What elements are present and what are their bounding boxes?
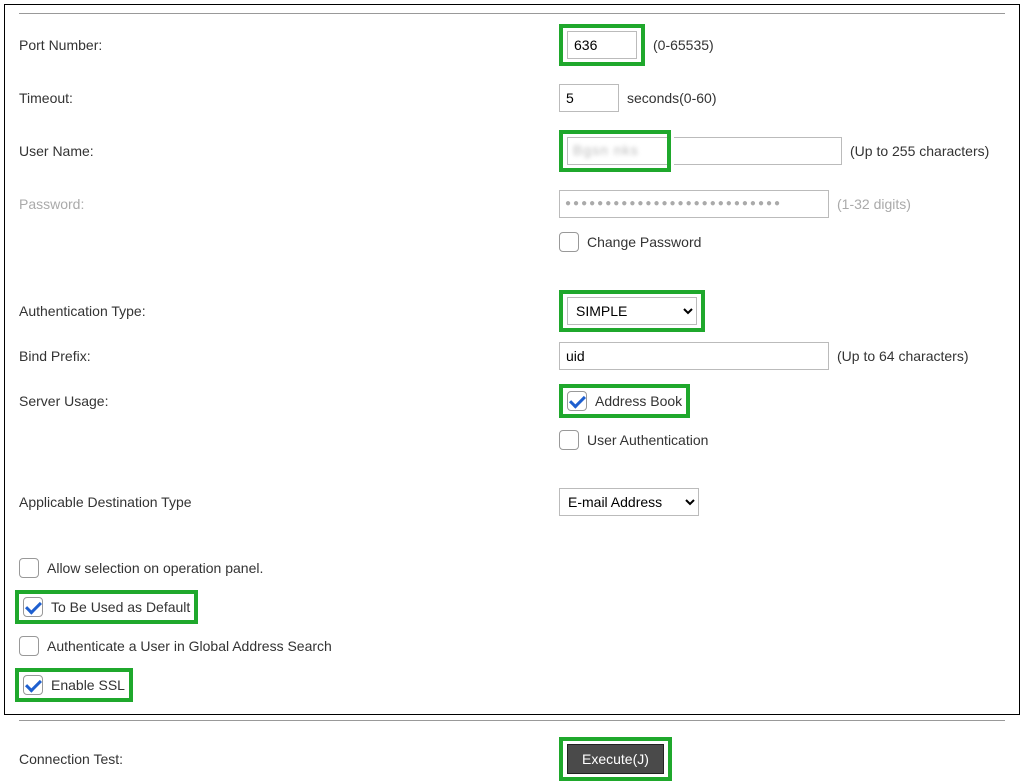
auth-type-select[interactable]: SIMPLE <box>567 297 697 325</box>
port-highlight <box>559 24 645 66</box>
dest-type-label: Applicable Destination Type <box>19 494 559 510</box>
bottom-divider <box>19 720 1005 721</box>
port-label: Port Number: <box>19 37 559 53</box>
server-usage-label: Server Usage: <box>19 393 559 409</box>
username-input-ext[interactable] <box>674 137 842 165</box>
change-password-checkbox[interactable] <box>559 232 579 252</box>
enable-ssl-label: Enable SSL <box>51 677 125 693</box>
timeout-hint: seconds(0-60) <box>627 90 717 106</box>
user-auth-checkbox[interactable] <box>559 430 579 450</box>
change-password-label: Change Password <box>587 234 701 250</box>
password-hint: (1-32 digits) <box>837 196 911 212</box>
user-auth-label: User Authentication <box>587 432 708 448</box>
top-divider <box>19 13 1005 14</box>
bind-prefix-hint: (Up to 64 characters) <box>837 348 969 364</box>
address-book-checkbox[interactable] <box>567 391 587 411</box>
address-book-label: Address Book <box>595 393 682 409</box>
auth-global-label: Authenticate a User in Global Address Se… <box>47 638 332 654</box>
bind-prefix-label: Bind Prefix: <box>19 348 559 364</box>
allow-panel-checkbox[interactable] <box>19 558 39 578</box>
dest-type-select[interactable]: E-mail Address <box>559 488 699 516</box>
port-hint: (0-65535) <box>653 37 714 53</box>
bind-prefix-input[interactable] <box>559 342 829 370</box>
timeout-input[interactable] <box>559 84 619 112</box>
username-label: User Name: <box>19 143 559 159</box>
auth-type-highlight: SIMPLE <box>559 290 705 332</box>
password-input <box>559 190 829 218</box>
username-input[interactable] <box>567 137 667 165</box>
execute-highlight: Execute(J) <box>559 737 672 781</box>
connection-test-label: Connection Test: <box>19 751 559 767</box>
default-checkbox[interactable] <box>23 597 43 617</box>
address-book-highlight: Address Book <box>559 384 690 418</box>
username-hint: (Up to 255 characters) <box>850 143 989 159</box>
default-highlight: To Be Used as Default <box>15 590 198 624</box>
port-input[interactable] <box>567 31 637 59</box>
auth-global-checkbox[interactable] <box>19 636 39 656</box>
password-label: Password: <box>19 196 559 212</box>
username-highlight: Bgsn nks <box>559 130 671 172</box>
allow-panel-label: Allow selection on operation panel. <box>47 560 263 576</box>
default-label: To Be Used as Default <box>51 599 190 615</box>
timeout-label: Timeout: <box>19 90 559 106</box>
enable-ssl-checkbox[interactable] <box>23 675 43 695</box>
auth-type-label: Authentication Type: <box>19 303 559 319</box>
execute-button[interactable]: Execute(J) <box>567 744 664 774</box>
enable-ssl-highlight: Enable SSL <box>15 668 133 702</box>
